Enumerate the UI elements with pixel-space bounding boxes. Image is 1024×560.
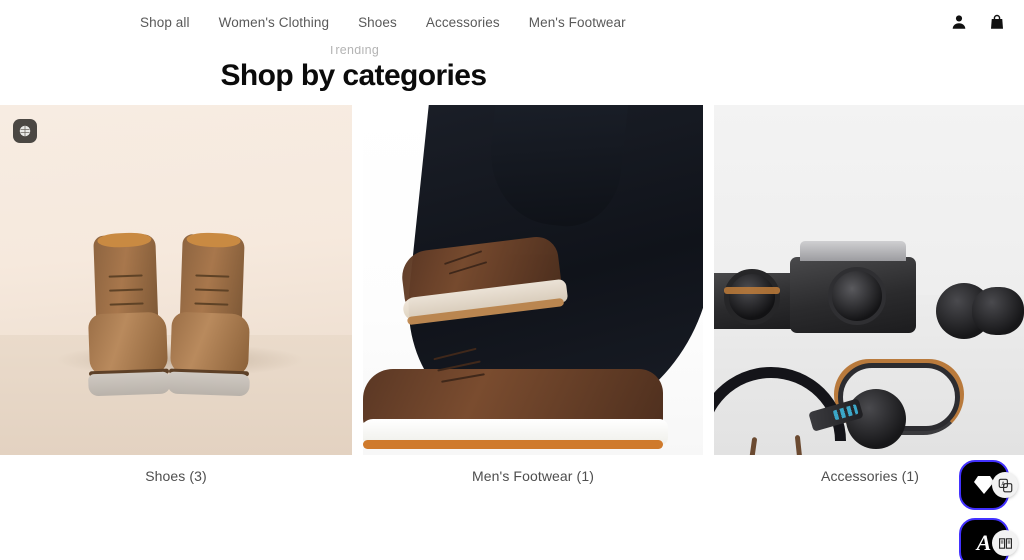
category-card-accessories[interactable] <box>714 105 1024 455</box>
category-label-shoes[interactable]: Shoes (3) <box>0 455 352 497</box>
nav-item-accessories[interactable]: Accessories <box>426 16 500 30</box>
svg-text:A: A <box>1001 481 1005 487</box>
mirrorless-camera <box>790 241 916 333</box>
headphone-cup-2 <box>972 287 1024 335</box>
boot-left <box>85 232 171 397</box>
gem-widget-button[interactable]: A <box>959 460 1018 510</box>
account-icon[interactable] <box>950 13 968 31</box>
page-root: Shop all Women's Clothing Shoes Accessor… <box>0 0 1024 560</box>
letter-a-icon: A <box>976 530 992 555</box>
category-card-shoes[interactable] <box>0 105 352 455</box>
category-label-mens-footwear[interactable]: Men's Footwear (1) <box>363 455 703 497</box>
brain-icon <box>19 125 31 137</box>
category-image-shoes[interactable] <box>0 105 352 455</box>
category-label-row: Shoes (3) Men's Footwear (1) Accessories… <box>0 455 1024 497</box>
nav-item-womens-clothing[interactable]: Women's Clothing <box>219 16 329 30</box>
category-card-mens-footwear[interactable] <box>363 105 703 455</box>
category-image-accessories[interactable] <box>714 105 1024 455</box>
nav-item-shoes[interactable]: Shoes <box>358 16 397 30</box>
header-icon-group <box>950 13 1006 31</box>
nav-item-shop-all[interactable]: Shop all <box>140 16 190 30</box>
section-eyebrow: Trending <box>327 46 380 57</box>
page-title: Shop by categories <box>220 59 488 92</box>
category-image-mens-footwear[interactable] <box>363 105 703 455</box>
sneaker-front <box>363 331 668 451</box>
category-grid <box>0 105 1024 455</box>
sneaker-back <box>397 213 569 327</box>
site-header: Shop all Women's Clothing Shoes Accessor… <box>0 0 1024 46</box>
section-header: Trending Shop by categories <box>0 46 1024 105</box>
floating-widget-stack: A A <box>959 460 1021 560</box>
main-navigation: Shop all Women's Clothing Shoes Accessor… <box>140 16 626 30</box>
book-chip-button[interactable] <box>992 530 1018 556</box>
translate-icon: A <box>998 478 1012 492</box>
text-widget-button[interactable]: A <box>959 518 1018 560</box>
boot-right <box>167 232 253 397</box>
ai-assistant-badge[interactable] <box>13 119 37 143</box>
shopping-bag-icon[interactable] <box>988 13 1006 31</box>
compact-camera <box>714 269 800 329</box>
book-icon <box>998 537 1012 549</box>
translate-chip-button[interactable]: A <box>992 472 1018 498</box>
nav-item-mens-footwear[interactable]: Men's Footwear <box>529 16 626 30</box>
